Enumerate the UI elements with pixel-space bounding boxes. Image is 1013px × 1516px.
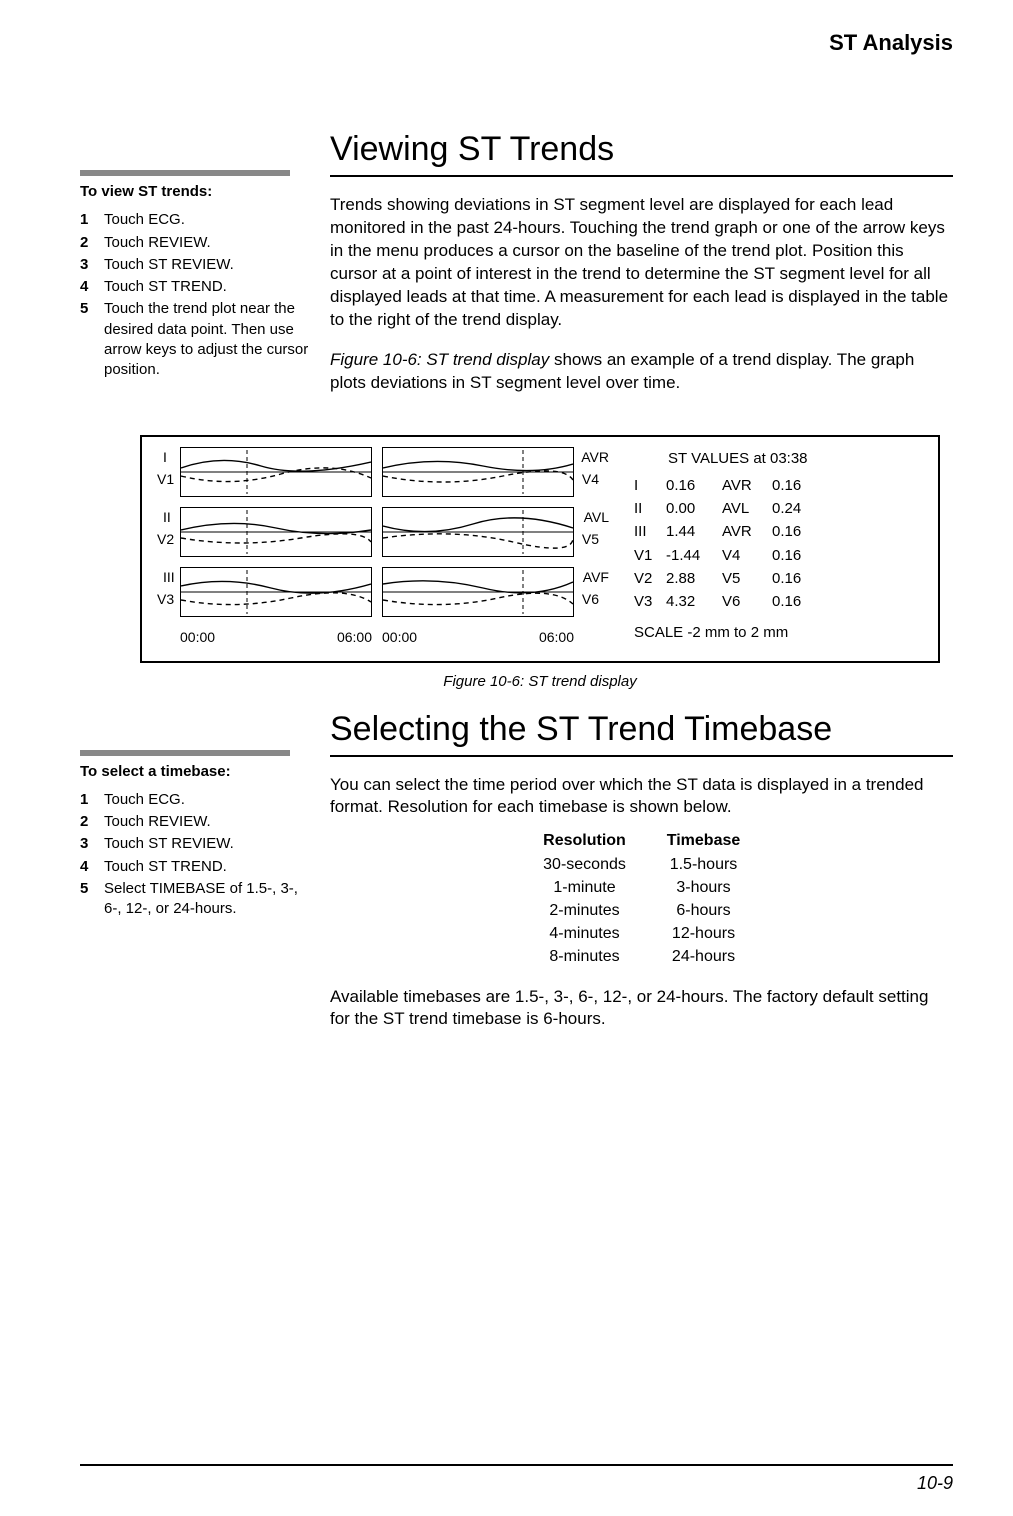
running-header: ST Analysis (829, 30, 953, 56)
sidebar-rule (80, 750, 290, 756)
table-row: V22.88V50.16 (634, 567, 816, 590)
figure-caption: Figure 10-6: ST trend display (140, 673, 940, 690)
section-viewing-st-trends: To view ST trends: 1Touch ECG. 2Touch RE… (80, 130, 953, 405)
step-text: Touch ST TREND. (104, 857, 310, 877)
page-number: 10-9 (917, 1473, 953, 1494)
main-column: Selecting the ST Trend Timebase You can … (330, 710, 953, 1042)
x-axis-labels: 00:00 06:00 (382, 629, 574, 645)
sidebar-rule (80, 170, 290, 176)
figure-ref: Figure 10-6: ST trend display (330, 350, 549, 369)
table-row: 1-minute3-hours (535, 876, 749, 899)
trend-plot[interactable]: AVL V5 (382, 507, 574, 557)
trend-plot[interactable]: I V1 (180, 447, 372, 497)
step-text: Touch ST REVIEW. (104, 834, 310, 854)
table-row: V1-1.44V40.16 (634, 544, 816, 567)
sidebar-procedure-1: To view ST trends: 1Touch ECG. 2Touch RE… (80, 130, 310, 382)
step-text: Touch ECG. (104, 210, 310, 230)
table-row: 2-minutes6-hours (535, 899, 749, 922)
step-list: 1Touch ECG. 2Touch REVIEW. 3Touch ST REV… (80, 210, 310, 380)
table-row: I0.16AVR0.16 (634, 474, 816, 497)
step-text: Touch REVIEW. (104, 812, 310, 832)
table-row: 4-minutes12-hours (535, 922, 749, 945)
resolution-table: ResolutionTimebase 30-seconds1.5-hours 1… (535, 829, 749, 968)
figure-10-6: I V1 II V2 (140, 435, 940, 690)
section-selecting-timebase: To select a timebase: 1Touch ECG. 2Touch… (80, 710, 953, 1042)
st-values-table: ST VALUES at 03:38 I0.16AVR0.16 II0.00AV… (634, 447, 816, 645)
st-table-title: ST VALUES at 03:38 (668, 447, 816, 470)
footer-rule (80, 1464, 953, 1466)
step-text: Touch ECG. (104, 790, 310, 810)
trend-plots: I V1 II V2 (160, 447, 574, 645)
step-text: Touch ST TREND. (104, 277, 310, 297)
sidebar-heading: To select a timebase: (80, 762, 310, 782)
main-column: Viewing ST Trends Trends showing deviati… (330, 130, 953, 405)
sidebar-procedure-2: To select a timebase: 1Touch ECG. 2Touch… (80, 710, 310, 922)
section-title: Selecting the ST Trend Timebase (330, 710, 953, 749)
figure-box: I V1 II V2 (140, 435, 940, 663)
table-row: 8-minutes24-hours (535, 945, 749, 968)
sidebar-heading: To view ST trends: (80, 182, 310, 202)
body-paragraph: Available timebases are 1.5-, 3-, 6-, 12… (330, 986, 953, 1032)
table-row: II0.00AVL0.24 (634, 497, 816, 520)
section-rule (330, 755, 953, 757)
page: ST Analysis To view ST trends: 1Touch EC… (0, 0, 1013, 1516)
trend-plot[interactable]: II V2 (180, 507, 372, 557)
table-row: 30-seconds1.5-hours (535, 853, 749, 876)
step-text: Select TIMEBASE of 1.5-, 3-, 6-, 12-, or… (104, 879, 310, 920)
step-list: 1Touch ECG. 2Touch REVIEW. 3Touch ST REV… (80, 790, 310, 920)
table-row: V34.32V60.16 (634, 590, 816, 613)
plot-column-right: AVR V4 AVL V5 (382, 447, 574, 645)
step-text: Touch ST REVIEW. (104, 255, 310, 275)
scale-label: SCALE -2 mm to 2 mm (634, 621, 816, 644)
trend-plot[interactable]: AVF V6 (382, 567, 574, 617)
x-axis-labels: 00:00 06:00 (180, 629, 372, 645)
section-rule (330, 175, 953, 177)
step-text: Touch the trend plot near the desired da… (104, 299, 310, 380)
table-row: III1.44AVR0.16 (634, 520, 816, 543)
body-paragraph: Trends showing deviations in ST segment … (330, 194, 953, 332)
body-paragraph: Figure 10-6: ST trend display shows an e… (330, 349, 953, 395)
trend-plot[interactable]: III V3 (180, 567, 372, 617)
table-head: ResolutionTimebase (535, 829, 749, 852)
section-title: Viewing ST Trends (330, 130, 953, 169)
body-paragraph: You can select the time period over whic… (330, 774, 953, 820)
trend-plot[interactable]: AVR V4 (382, 447, 574, 497)
step-text: Touch REVIEW. (104, 233, 310, 253)
plot-column-left: I V1 II V2 (180, 447, 372, 645)
